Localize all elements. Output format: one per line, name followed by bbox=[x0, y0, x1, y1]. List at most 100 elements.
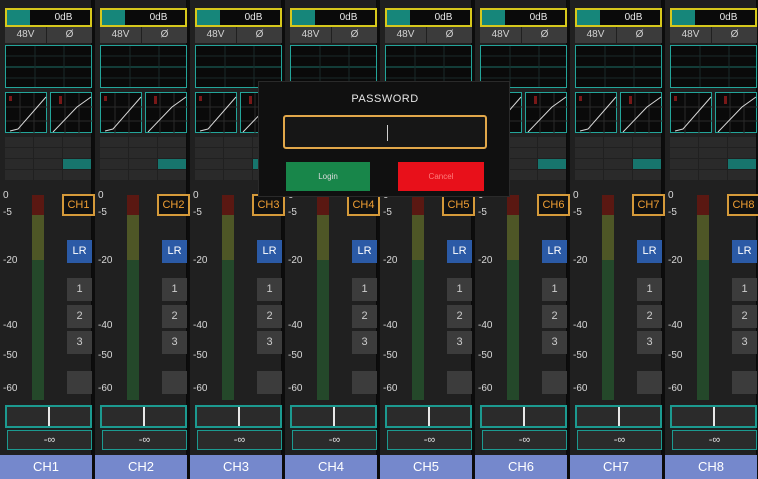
channel-label[interactable]: CH1 bbox=[0, 455, 92, 479]
bus-3-button[interactable]: 3 bbox=[67, 331, 92, 354]
gain-control[interactable]: 0dB bbox=[670, 8, 757, 27]
compressor-graph[interactable] bbox=[525, 92, 568, 134]
bus-2-button[interactable]: 2 bbox=[637, 305, 662, 328]
phase-invert-button[interactable]: Ø bbox=[142, 27, 187, 43]
gain-control[interactable]: 0dB bbox=[480, 8, 567, 27]
pan-slider[interactable] bbox=[195, 405, 282, 428]
gate-graph[interactable] bbox=[195, 92, 238, 134]
pan-slider[interactable] bbox=[290, 405, 377, 428]
bus-4-button[interactable] bbox=[637, 371, 662, 394]
phantom-power-button[interactable]: 48V bbox=[100, 27, 141, 43]
bus-1-button[interactable]: 1 bbox=[637, 278, 662, 301]
bus-3-button[interactable]: 3 bbox=[257, 331, 282, 354]
pan-indicator[interactable] bbox=[523, 407, 525, 426]
pan-slider[interactable] bbox=[670, 405, 757, 428]
pan-slider[interactable] bbox=[385, 405, 472, 428]
volume-readout[interactable]: -∞ bbox=[292, 430, 377, 450]
bus-3-button[interactable]: 3 bbox=[732, 331, 757, 354]
phantom-power-button[interactable]: 48V bbox=[480, 27, 521, 43]
bus-1-button[interactable]: 1 bbox=[732, 278, 757, 301]
gain-control[interactable]: 0dB bbox=[290, 8, 377, 27]
volume-readout[interactable]: -∞ bbox=[102, 430, 187, 450]
bus-4-button[interactable] bbox=[447, 371, 472, 394]
compressor-graph[interactable] bbox=[50, 92, 93, 134]
lr-assign-button[interactable]: LR bbox=[67, 240, 92, 263]
bus-1-button[interactable]: 1 bbox=[67, 278, 92, 301]
bus-4-button[interactable] bbox=[732, 371, 757, 394]
gain-control[interactable]: 0dB bbox=[575, 8, 662, 27]
pan-slider[interactable] bbox=[5, 405, 92, 428]
volume-readout[interactable]: -∞ bbox=[387, 430, 472, 450]
phase-invert-button[interactable]: Ø bbox=[47, 27, 92, 43]
bus-4-button[interactable] bbox=[162, 371, 187, 394]
volume-readout[interactable]: -∞ bbox=[672, 430, 757, 450]
password-input[interactable] bbox=[285, 117, 485, 147]
volume-readout[interactable]: -∞ bbox=[482, 430, 567, 450]
bus-2-button[interactable]: 2 bbox=[352, 305, 377, 328]
phantom-power-button[interactable]: 48V bbox=[575, 27, 616, 43]
eq-curve-display[interactable] bbox=[575, 45, 662, 88]
login-button[interactable]: Login bbox=[286, 162, 370, 191]
channel-label[interactable]: CH3 bbox=[190, 455, 282, 479]
password-field-box[interactable] bbox=[283, 115, 487, 149]
phase-invert-button[interactable]: Ø bbox=[617, 27, 662, 43]
phantom-power-button[interactable]: 48V bbox=[195, 27, 236, 43]
bus-2-button[interactable]: 2 bbox=[257, 305, 282, 328]
gate-graph[interactable] bbox=[100, 92, 143, 134]
lr-assign-button[interactable]: LR bbox=[732, 240, 757, 263]
channel-name-button[interactable]: CH7 bbox=[632, 194, 665, 216]
channel-name-button[interactable]: CH1 bbox=[62, 194, 95, 216]
lr-assign-button[interactable]: LR bbox=[447, 240, 472, 263]
pan-indicator[interactable] bbox=[713, 407, 715, 426]
bus-2-button[interactable]: 2 bbox=[67, 305, 92, 328]
bus-3-button[interactable]: 3 bbox=[352, 331, 377, 354]
channel-name-button[interactable]: CH3 bbox=[252, 194, 285, 216]
lr-assign-button[interactable]: LR bbox=[162, 240, 187, 263]
channel-name-button[interactable]: CH8 bbox=[727, 194, 758, 216]
gate-graph[interactable] bbox=[5, 92, 48, 134]
lr-assign-button[interactable]: LR bbox=[352, 240, 377, 263]
lr-assign-button[interactable]: LR bbox=[257, 240, 282, 263]
phase-invert-button[interactable]: Ø bbox=[712, 27, 757, 43]
channel-label[interactable]: CH7 bbox=[570, 455, 662, 479]
gain-control[interactable]: 0dB bbox=[385, 8, 472, 27]
bus-3-button[interactable]: 3 bbox=[447, 331, 472, 354]
pan-indicator[interactable] bbox=[618, 407, 620, 426]
phantom-power-button[interactable]: 48V bbox=[385, 27, 426, 43]
bus-1-button[interactable]: 1 bbox=[447, 278, 472, 301]
channel-label[interactable]: CH5 bbox=[380, 455, 472, 479]
bus-1-button[interactable]: 1 bbox=[542, 278, 567, 301]
eq-curve-display[interactable] bbox=[100, 45, 187, 88]
bus-3-button[interactable]: 3 bbox=[542, 331, 567, 354]
pan-indicator[interactable] bbox=[333, 407, 335, 426]
channel-name-button[interactable]: CH6 bbox=[537, 194, 570, 216]
channel-label[interactable]: CH8 bbox=[665, 455, 757, 479]
volume-readout[interactable]: -∞ bbox=[7, 430, 92, 450]
bus-4-button[interactable] bbox=[542, 371, 567, 394]
pan-indicator[interactable] bbox=[238, 407, 240, 426]
bus-2-button[interactable]: 2 bbox=[732, 305, 757, 328]
gate-graph[interactable] bbox=[575, 92, 618, 134]
channel-name-button[interactable]: CH4 bbox=[347, 194, 380, 216]
pan-slider[interactable] bbox=[100, 405, 187, 428]
channel-name-button[interactable]: CH2 bbox=[157, 194, 190, 216]
gain-control[interactable]: 0dB bbox=[195, 8, 282, 27]
bus-4-button[interactable] bbox=[67, 371, 92, 394]
phantom-power-button[interactable]: 48V bbox=[670, 27, 711, 43]
phantom-power-button[interactable]: 48V bbox=[290, 27, 331, 43]
phase-invert-button[interactable]: Ø bbox=[237, 27, 282, 43]
gain-control[interactable]: 0dB bbox=[100, 8, 187, 27]
pan-indicator[interactable] bbox=[428, 407, 430, 426]
compressor-graph[interactable] bbox=[145, 92, 188, 134]
bus-2-button[interactable]: 2 bbox=[542, 305, 567, 328]
channel-label[interactable]: CH2 bbox=[95, 455, 187, 479]
phase-invert-button[interactable]: Ø bbox=[332, 27, 377, 43]
phantom-power-button[interactable]: 48V bbox=[5, 27, 46, 43]
channel-label[interactable]: CH4 bbox=[285, 455, 377, 479]
lr-assign-button[interactable]: LR bbox=[637, 240, 662, 263]
gate-graph[interactable] bbox=[670, 92, 713, 134]
bus-2-button[interactable]: 2 bbox=[162, 305, 187, 328]
bus-1-button[interactable]: 1 bbox=[352, 278, 377, 301]
compressor-graph[interactable] bbox=[620, 92, 663, 134]
pan-slider[interactable] bbox=[575, 405, 662, 428]
